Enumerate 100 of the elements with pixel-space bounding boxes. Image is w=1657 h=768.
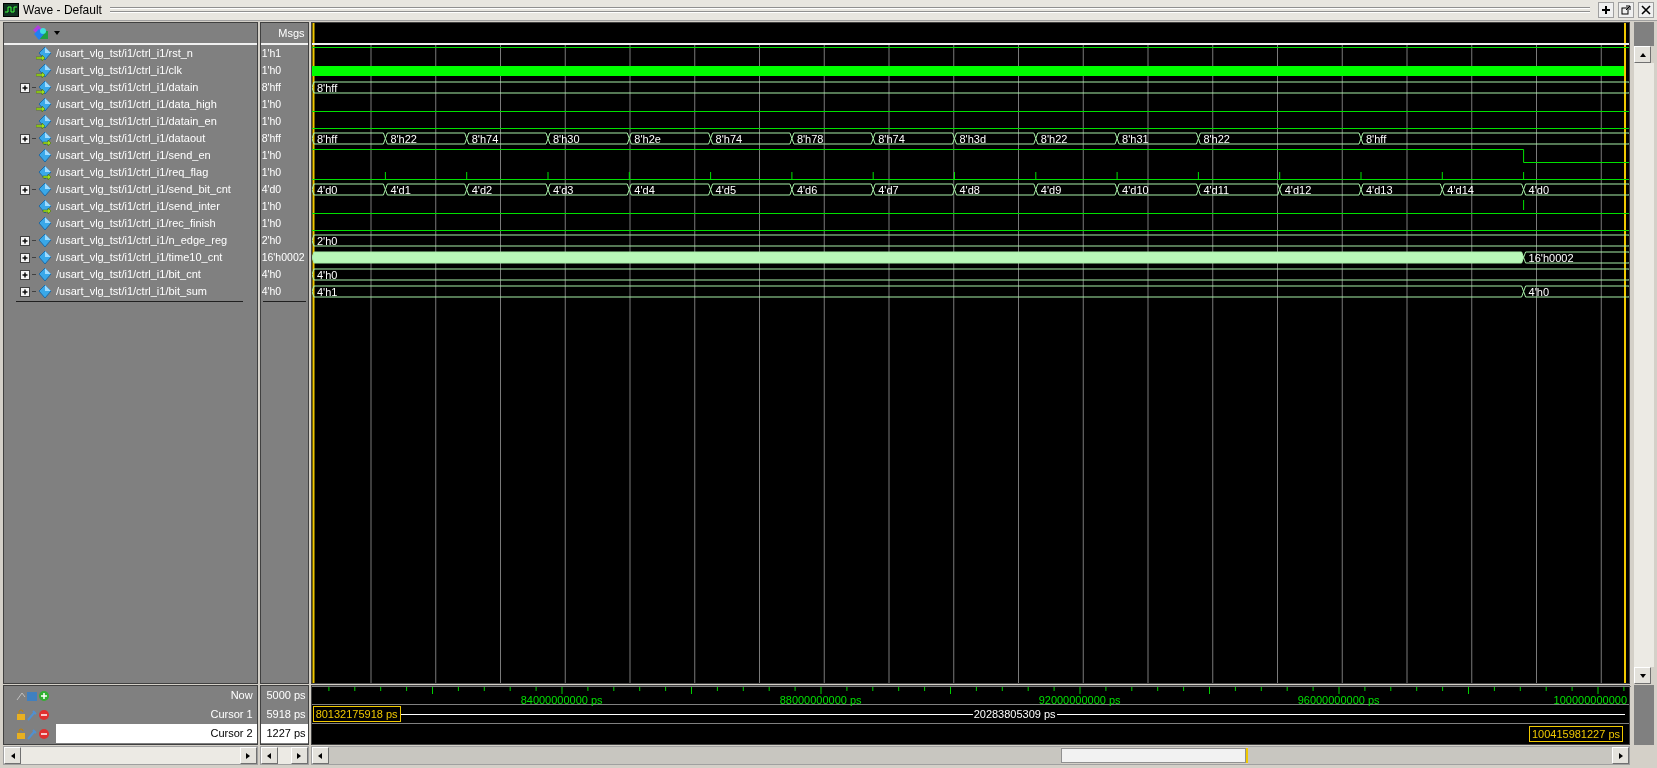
- column-header: Msgs: [278, 25, 305, 41]
- bus-segment: 4'd6: [791, 183, 874, 196]
- time-label: 92000000000 ps: [1038, 693, 1121, 708]
- bus-segment: 4'd4: [628, 183, 711, 196]
- expand-icon[interactable]: [20, 252, 30, 263]
- signal-name[interactable]: /usart_vlg_tst/i1/ctrl_i1/n_edge_reg: [56, 232, 228, 249]
- scrollbar[interactable]: [259, 746, 309, 765]
- signal-value: 8'hff: [261, 130, 282, 146]
- scroll-up-button[interactable]: [1634, 46, 1651, 63]
- bus-segment: 4'h1: [311, 285, 1524, 298]
- scroll-left-button[interactable]: [260, 747, 278, 764]
- lock-wrench-remove-icon[interactable]: [16, 727, 50, 740]
- bus-segment: 8'hff: [311, 81, 1629, 94]
- expand-icon[interactable]: [20, 269, 30, 280]
- cursor-name[interactable]: Now: [230, 687, 253, 704]
- undock-icon: [1621, 5, 1631, 15]
- bus-segment: 4'd0: [311, 183, 386, 196]
- cursor-time: 5918 ps: [266, 707, 306, 723]
- scroll-right-button[interactable]: [1612, 747, 1629, 764]
- bus-segment: 4'd13: [1360, 183, 1443, 196]
- signal-name[interactable]: /usart_vlg_tst/i1/ctrl_i1/bit_sum: [56, 283, 207, 300]
- signal-value: 1'h0: [261, 96, 282, 112]
- cursor-time-marker[interactable]: 100415981227 ps: [1528, 726, 1623, 742]
- signal-name[interactable]: /usart_vlg_tst/i1/ctrl_i1/datain: [56, 79, 199, 96]
- signal-name[interactable]: /usart_vlg_tst/i1/ctrl_i1/send_inter: [56, 198, 220, 215]
- bus-segment: 8'h2e: [628, 132, 711, 145]
- bus-segment: 4'd9: [1034, 183, 1118, 196]
- plus-icon: [1601, 5, 1611, 15]
- scrollbar-corner: [1634, 22, 1654, 46]
- signal-value: 1'h0: [261, 113, 282, 129]
- signal-name[interactable]: /usart_vlg_tst/i1/ctrl_i1/dataout: [56, 130, 206, 147]
- panel-filler: [1634, 685, 1654, 745]
- signal-value: 1'h0: [261, 198, 282, 214]
- signal-value: 1'h1: [261, 45, 282, 61]
- cursor-name[interactable]: Cursor 2: [210, 725, 253, 742]
- signal-name[interactable]: /usart_vlg_tst/i1/ctrl_i1/bit_cnt: [56, 266, 201, 283]
- signal-name[interactable]: /usart_vlg_tst/i1/ctrl_i1/time10_cnt: [56, 249, 223, 266]
- signal-name[interactable]: /usart_vlg_tst/i1/ctrl_i1/datain_en: [56, 113, 217, 130]
- signal-name[interactable]: /usart_vlg_tst/i1/ctrl_i1/clk: [56, 62, 182, 79]
- dropdown-caret-icon[interactable]: [54, 31, 60, 35]
- cursor-time: 5000 ps: [266, 688, 306, 704]
- signal-name[interactable]: /usart_vlg_tst/i1/ctrl_i1/rec_finish: [56, 215, 216, 232]
- expand-icon[interactable]: [20, 184, 30, 195]
- expand-icon[interactable]: [20, 82, 30, 93]
- signal-value: 4'h0: [261, 266, 282, 282]
- time-label: 96000000000 ps: [1297, 693, 1380, 708]
- cursor-delta: 20283805309 ps: [972, 708, 1057, 721]
- signal-value: 1'h0: [261, 164, 282, 180]
- expand-icon[interactable]: [20, 133, 30, 144]
- cursor-time-marker[interactable]: 80132175918 ps: [312, 706, 401, 722]
- bus-segment: 8'h74: [465, 132, 549, 145]
- bus-segment: 4'd12: [1278, 183, 1362, 196]
- bus-segment: 4'd7: [872, 183, 955, 196]
- cursor-line[interactable]: [1623, 23, 1626, 683]
- time-label: 100000000000: [1553, 693, 1627, 708]
- signal-value: 4'h0: [261, 283, 282, 299]
- bus-segment: 4'd11: [1197, 183, 1280, 196]
- bus-segment: 16'h0002: [1522, 251, 1629, 264]
- add-button[interactable]: [1598, 2, 1614, 18]
- scrollbar[interactable]: [310, 746, 1630, 765]
- wave-window-icon: [3, 3, 19, 17]
- cursor-time: 1227 ps: [266, 726, 306, 742]
- cursor-name[interactable]: Cursor 1: [210, 706, 253, 723]
- close-button[interactable]: [1638, 2, 1654, 18]
- cursor-tools-icon[interactable]: [16, 689, 50, 702]
- bus-segment: 8'h30: [547, 132, 630, 145]
- bus-segment: 4'h0: [1522, 285, 1629, 298]
- bus-segment: 8'h31: [1116, 132, 1199, 145]
- undock-button[interactable]: [1618, 2, 1634, 18]
- scrollbar-track[interactable]: [1634, 63, 1654, 667]
- signal-name[interactable]: /usart_vlg_tst/i1/ctrl_i1/rst_n: [56, 45, 193, 62]
- scroll-left-button[interactable]: [311, 747, 329, 764]
- signal-name[interactable]: /usart_vlg_tst/i1/ctrl_i1/req_flag: [56, 164, 209, 181]
- bus-segment: 4'd10: [1116, 183, 1199, 196]
- time-label: 88000000000 ps: [779, 693, 862, 708]
- bus-segment: 8'h22: [1197, 132, 1362, 145]
- bus-segment: 4'd5: [709, 183, 793, 196]
- scroll-left-button[interactable]: [4, 747, 21, 764]
- lock-wrench-remove-icon[interactable]: [16, 708, 50, 721]
- scrollbar[interactable]: [3, 746, 258, 765]
- time-label: 84000000000 ps: [520, 693, 603, 708]
- bus-segment: 8'h74: [872, 132, 955, 145]
- bus-segment: 4'd0: [1522, 183, 1629, 196]
- bus-segment: 8'h22: [384, 132, 467, 145]
- scroll-thumb[interactable]: [1060, 748, 1246, 763]
- bus-segment: 8'hff: [311, 132, 386, 145]
- bus-segment: 8'h22: [1034, 132, 1118, 145]
- window-title: Wave - Default: [23, 2, 102, 19]
- bus-segment: 4'd2: [465, 183, 549, 196]
- bus-segment: 8'h74: [709, 132, 793, 145]
- signal-name[interactable]: /usart_vlg_tst/i1/ctrl_i1/send_en: [56, 147, 211, 164]
- signal-value: 1'h0: [261, 215, 282, 231]
- bus-segment: 8'hff: [1360, 132, 1629, 145]
- expand-icon[interactable]: [20, 235, 30, 246]
- bus-segment: 4'd14: [1441, 183, 1524, 196]
- bus-segment: 4'd3: [547, 183, 630, 196]
- expand-icon[interactable]: [20, 286, 30, 297]
- signal-name[interactable]: /usart_vlg_tst/i1/ctrl_i1/send_bit_cnt: [56, 181, 231, 198]
- scroll-down-button[interactable]: [1634, 667, 1651, 684]
- signal-name[interactable]: /usart_vlg_tst/i1/ctrl_i1/data_high: [56, 96, 217, 113]
